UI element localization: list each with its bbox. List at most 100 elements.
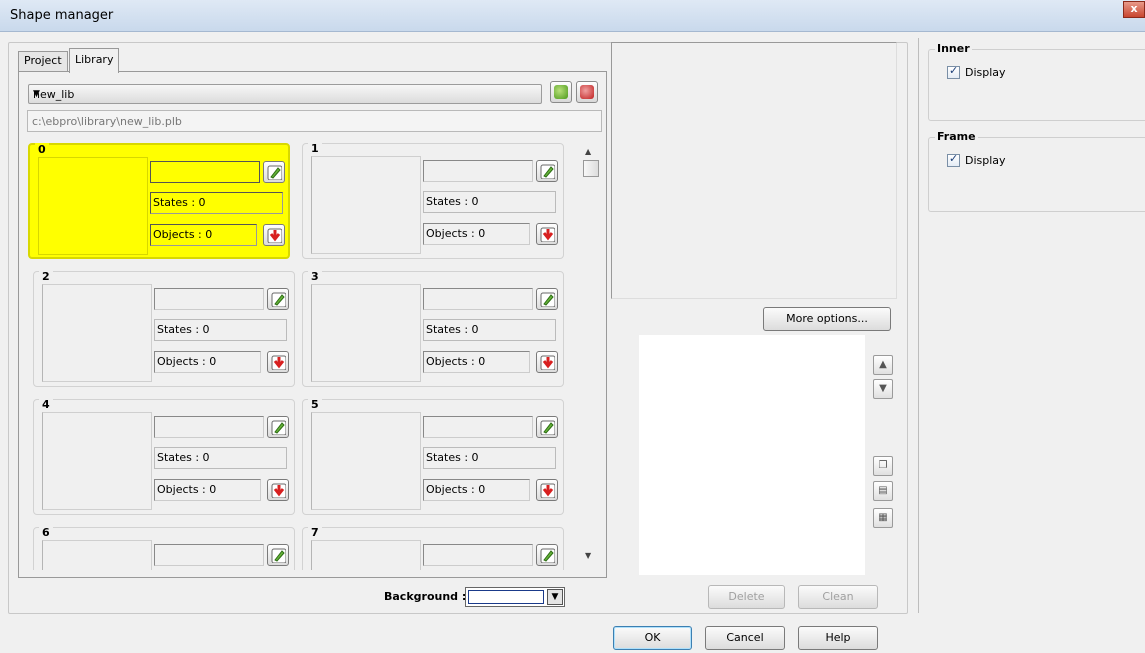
shape-objects-button[interactable] bbox=[536, 223, 558, 245]
inner-display-checkbox[interactable] bbox=[947, 64, 960, 79]
shape-cell[interactable]: 2 States : 0 Objects : 0 bbox=[33, 270, 295, 387]
shape-cell[interactable]: 5 States : 0 Objects : 0 bbox=[302, 398, 564, 515]
shape-objects: Objects : 0 bbox=[154, 351, 261, 373]
shape-name-field[interactable] bbox=[423, 416, 533, 438]
pencil-icon bbox=[271, 420, 286, 435]
frame-group: Frame Display bbox=[928, 130, 1145, 212]
cancel-button[interactable]: Cancel bbox=[705, 626, 785, 650]
edit-shape-button[interactable] bbox=[263, 161, 285, 183]
arrow-down-icon bbox=[271, 355, 286, 370]
tab-library[interactable]: Library bbox=[69, 48, 120, 73]
edit-shape-button[interactable] bbox=[536, 288, 558, 310]
shape-name-field[interactable] bbox=[423, 160, 533, 182]
edit-shape-button[interactable] bbox=[536, 416, 558, 438]
edit-shape-button[interactable] bbox=[267, 288, 289, 310]
edit-shape-button[interactable] bbox=[267, 416, 289, 438]
add-library-icon bbox=[554, 85, 568, 99]
edit-shape-button[interactable] bbox=[536, 544, 558, 566]
delete-library-button[interactable] bbox=[576, 81, 598, 103]
close-button[interactable]: x bbox=[1123, 1, 1145, 18]
add-library-button[interactable] bbox=[550, 81, 572, 103]
library-select[interactable]: new_lib ▼ bbox=[28, 84, 542, 104]
inner-title: Inner bbox=[935, 42, 972, 55]
scroll-down-icon[interactable]: ▼ bbox=[585, 551, 591, 560]
tab-project[interactable]: Project bbox=[18, 51, 68, 72]
shape-name-field[interactable] bbox=[423, 288, 533, 310]
shape-index: 6 bbox=[39, 526, 53, 539]
shape-cell[interactable]: 0 States : 0 Objects : 0 bbox=[28, 143, 290, 259]
scrollbar-thumb[interactable] bbox=[583, 160, 599, 177]
shape-name-field[interactable] bbox=[154, 416, 264, 438]
shape-objects-button[interactable] bbox=[263, 224, 285, 246]
shape-cell[interactable]: 7 bbox=[302, 526, 564, 570]
shape-preview bbox=[311, 156, 421, 254]
shape-preview bbox=[42, 284, 152, 382]
pencil-icon bbox=[540, 292, 555, 307]
transparent-button[interactable]: ▦ bbox=[873, 508, 893, 528]
shape-objects-button[interactable] bbox=[536, 351, 558, 373]
shape-name-field[interactable] bbox=[154, 544, 264, 566]
shape-preview bbox=[311, 540, 421, 570]
shape-cell[interactable]: 4 States : 0 Objects : 0 bbox=[33, 398, 295, 515]
more-options-button[interactable]: More options... bbox=[763, 307, 891, 331]
clean-button[interactable]: Clean bbox=[798, 585, 878, 609]
help-button[interactable]: Help bbox=[798, 626, 878, 650]
copy-icon: ❐ bbox=[878, 460, 888, 471]
shape-preview bbox=[42, 540, 152, 570]
triangle-down-icon: ▼ bbox=[879, 383, 887, 394]
shape-states: States : 0 bbox=[150, 192, 283, 214]
move-up-button[interactable]: ▲ bbox=[873, 355, 893, 375]
background-color-swatch bbox=[468, 590, 544, 604]
pencil-icon bbox=[540, 164, 555, 179]
shape-states: States : 0 bbox=[423, 191, 556, 213]
shape-name-field[interactable] bbox=[150, 161, 260, 183]
shape-index: 2 bbox=[39, 270, 53, 283]
inner-display-label: Display bbox=[965, 66, 1006, 79]
scroll-up-icon[interactable]: ▲ bbox=[585, 147, 591, 156]
edit-shape-button[interactable] bbox=[536, 160, 558, 182]
delete-library-icon bbox=[580, 85, 594, 99]
arrow-down-icon bbox=[267, 228, 282, 243]
shape-states: States : 0 bbox=[423, 447, 556, 469]
shape-objects: Objects : 0 bbox=[154, 479, 261, 501]
shape-index: 0 bbox=[35, 143, 49, 156]
shape-preview-area bbox=[611, 42, 897, 299]
shape-cell[interactable]: 6 bbox=[33, 526, 295, 570]
shape-name-field[interactable] bbox=[423, 544, 533, 566]
copy-button[interactable]: ❐ bbox=[873, 456, 893, 476]
paste-button[interactable]: ▤ bbox=[873, 481, 893, 501]
chevron-down-icon[interactable]: ▼ bbox=[547, 589, 563, 605]
shape-objects-button[interactable] bbox=[267, 351, 289, 373]
ok-button[interactable]: OK bbox=[613, 626, 692, 650]
background-color-select[interactable]: ▼ bbox=[465, 587, 565, 607]
shape-objects: Objects : 0 bbox=[423, 223, 530, 245]
frame-display-checkbox[interactable] bbox=[947, 152, 960, 167]
background-label: Background : bbox=[384, 590, 467, 603]
triangle-up-icon: ▲ bbox=[879, 359, 887, 370]
shape-objects: Objects : 0 bbox=[150, 224, 257, 246]
delete-button[interactable]: Delete bbox=[708, 585, 785, 609]
shape-cell[interactable]: 3 States : 0 Objects : 0 bbox=[302, 270, 564, 387]
shape-preview bbox=[311, 284, 421, 382]
shape-objects-button[interactable] bbox=[267, 479, 289, 501]
shape-name-field[interactable] bbox=[154, 288, 264, 310]
arrow-down-icon bbox=[540, 227, 555, 242]
pencil-icon bbox=[540, 548, 555, 563]
edit-shape-button[interactable] bbox=[267, 544, 289, 566]
pencil-icon bbox=[267, 165, 282, 180]
shape-preview bbox=[38, 157, 148, 255]
arrow-down-icon bbox=[271, 483, 286, 498]
inner-group: Inner Display bbox=[928, 42, 1145, 121]
arrow-down-icon bbox=[540, 355, 555, 370]
shape-grid-scrollbar[interactable]: ▲ ▼ bbox=[582, 142, 599, 560]
move-down-button[interactable]: ▼ bbox=[873, 379, 893, 399]
shape-grid: 0 States : 0 Objects : 0 1 States : 0 Ob… bbox=[28, 138, 604, 570]
shape-cell[interactable]: 1 States : 0 Objects : 0 bbox=[302, 142, 564, 259]
shape-index: 5 bbox=[308, 398, 322, 411]
shape-index: 4 bbox=[39, 398, 53, 411]
shape-objects: Objects : 0 bbox=[423, 479, 530, 501]
state-preview-area bbox=[639, 335, 865, 575]
paste-icon: ▤ bbox=[878, 485, 888, 496]
title-bar: Shape manager x bbox=[0, 0, 1145, 32]
shape-objects-button[interactable] bbox=[536, 479, 558, 501]
